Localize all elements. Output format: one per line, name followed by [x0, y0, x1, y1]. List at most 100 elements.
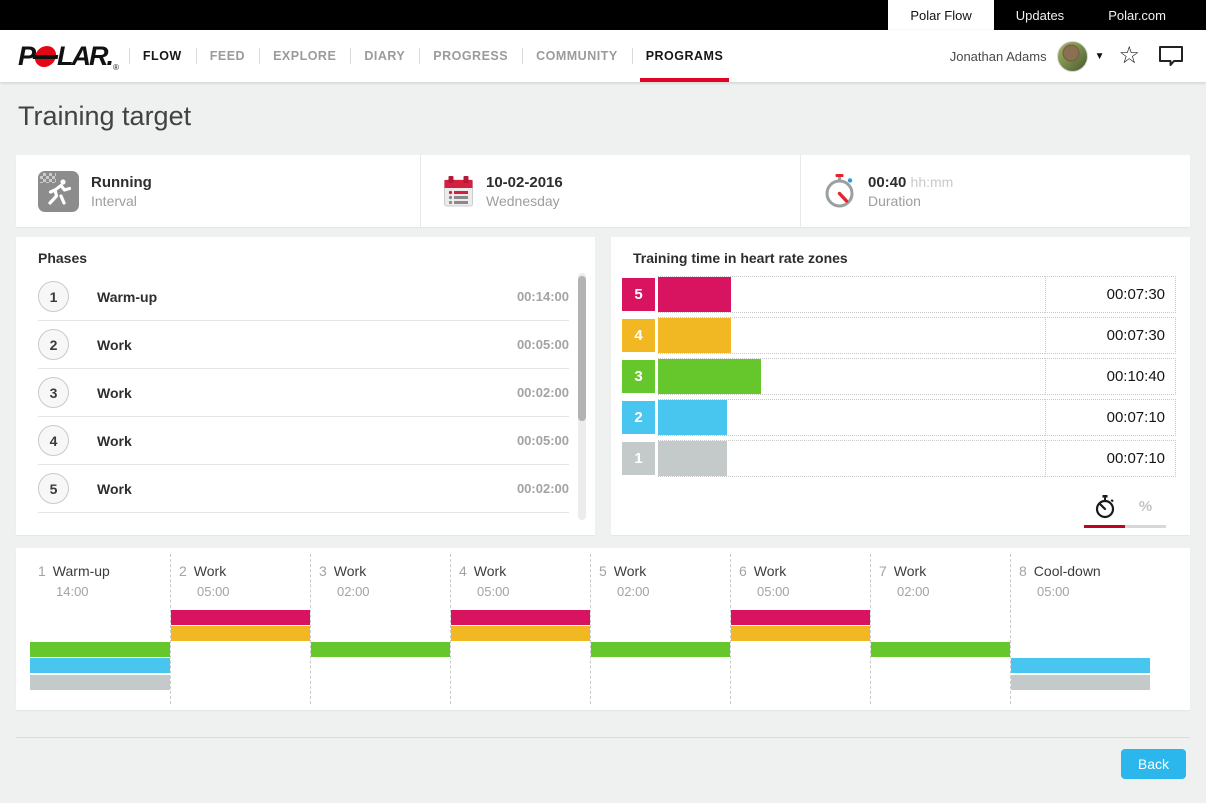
- nav-item[interactable]: FLOW: [129, 30, 196, 82]
- phase-row: 4 Work 00:05:00: [38, 417, 569, 465]
- timeline-phase-number: 6: [739, 563, 747, 579]
- phases-panel: Phases 1 Warm-up 00:14:00 2 Work 00:05:0…: [16, 237, 595, 535]
- logo-text-right: LAR.: [57, 41, 112, 72]
- target-type: Interval: [91, 192, 152, 210]
- chevron-down-icon[interactable]: ▼: [1095, 51, 1105, 62]
- feedback-chat-icon[interactable]: [1158, 45, 1184, 67]
- nav-item[interactable]: DIARY: [350, 30, 419, 82]
- zone-bar: [658, 318, 731, 353]
- avatar[interactable]: [1057, 41, 1088, 72]
- phase-duration: 00:02:00: [517, 481, 569, 496]
- zone-bar-track: [658, 276, 1045, 313]
- zone1-band: [1011, 675, 1150, 690]
- zone5-band: [871, 610, 1010, 625]
- timeline-phase-name: Work: [474, 563, 506, 579]
- phase-name: Warm-up: [97, 289, 157, 305]
- zone5-band: [171, 610, 310, 625]
- page-title: Training target: [18, 101, 191, 132]
- nav-right: Jonathan Adams ▼ ☆: [950, 30, 1206, 82]
- timeline-phase-column: 7Work 02:00: [870, 554, 1010, 704]
- logo-o-mark: [34, 46, 58, 67]
- zone1-band: [30, 675, 170, 690]
- timeline-phase-column: 4Work 05:00: [450, 554, 590, 704]
- timeline-phase-number: 4: [459, 563, 467, 579]
- sport-name: Running: [91, 173, 152, 192]
- zone-number-badge: 5: [622, 278, 655, 311]
- zone-time-value: 00:07:30: [1045, 317, 1176, 354]
- back-button[interactable]: Back: [1121, 749, 1186, 779]
- zone-bar: [658, 441, 727, 476]
- nav-item[interactable]: EXPLORE: [259, 30, 350, 82]
- phase-duration: 00:05:00: [517, 337, 569, 352]
- timeline-phase-number: 7: [879, 563, 887, 579]
- site-tab[interactable]: Updates: [994, 0, 1086, 30]
- zone2-band: [871, 658, 1010, 673]
- site-tab[interactable]: Polar.com: [1086, 0, 1188, 30]
- zone4-band: [451, 626, 590, 641]
- zone2-band: [1011, 658, 1150, 673]
- phase-timeline-columns: 1Warm-up 14:00 2Work 05:00: [30, 554, 1150, 704]
- hr-zone-row: 3 00:10:40: [622, 358, 1176, 395]
- user-name[interactable]: Jonathan Adams: [950, 49, 1047, 64]
- zone2-band: [311, 658, 450, 673]
- timeline-phase-header: 6 Work: [731, 554, 870, 579]
- summary-date-section: 10-02-2016 Wednesday: [420, 155, 800, 227]
- zone-bar-track: [658, 440, 1045, 477]
- zone5-band: [1011, 610, 1150, 625]
- duration-value: 00:40 hh:mm: [868, 173, 953, 192]
- timeline-phase-name: Cool-down: [1034, 563, 1101, 579]
- zone-bar-track: [658, 317, 1045, 354]
- zone-bar-track: [658, 358, 1045, 395]
- toggle-percent-underline: [1125, 525, 1166, 528]
- zone-number-badge: 3: [622, 360, 655, 393]
- target-weekday: Wednesday: [486, 192, 563, 210]
- timeline-phase-header: 7Work: [871, 554, 1010, 579]
- timeline-phase-header: 5Work: [591, 554, 730, 579]
- nav-item-label: FEED: [210, 49, 245, 63]
- toggle-percent-button[interactable]: %: [1125, 495, 1166, 528]
- phase-timeline-panel: 1Warm-up 14:00 2Work 05:00: [16, 548, 1190, 710]
- zone3-band: [591, 642, 730, 657]
- phase-row: 1 Warm-up 00:14:00: [38, 273, 569, 321]
- zone5-band: [451, 610, 590, 625]
- zone3-band: [871, 642, 1010, 657]
- nav-item[interactable]: PROGRESS: [419, 30, 522, 82]
- timeline-phase-column: 6 Work 05:00: [730, 554, 870, 704]
- toggle-time-button[interactable]: [1084, 495, 1125, 528]
- logo-registered-mark: ®: [113, 63, 119, 72]
- phases-title: Phases: [16, 237, 595, 266]
- zone4-band: [30, 626, 170, 641]
- zone1-band: [311, 675, 450, 690]
- timeline-phase-name: Work: [754, 563, 786, 579]
- target-date: 10-02-2016: [486, 173, 563, 192]
- phase-duration: 00:02:00: [517, 385, 569, 400]
- zone2-band: [731, 658, 870, 673]
- nav-item[interactable]: FEED: [196, 30, 259, 82]
- zone2-band: [451, 658, 590, 673]
- zone-time-value: 00:07:10: [1045, 399, 1176, 436]
- polar-flow-app: Polar FlowUpdatesPolar.com PLAR.® FLOW F…: [0, 0, 1206, 803]
- timeline-phase-duration: 02:00: [871, 579, 1010, 599]
- duration-unit: hh:mm: [911, 174, 954, 190]
- favorites-star-icon[interactable]: ☆: [1118, 44, 1140, 68]
- stopwatch-icon: [823, 174, 856, 209]
- timeline-phase-duration: 14:00: [30, 579, 170, 599]
- timeline-phase-name: Warm-up: [53, 563, 110, 579]
- nav-item[interactable]: PROGRAMS: [632, 30, 738, 82]
- zone4-band: [311, 626, 450, 641]
- timeline-phase-name: Work: [334, 563, 366, 579]
- phases-scrollbar-track[interactable]: [578, 273, 586, 520]
- nav-item[interactable]: COMMUNITY: [522, 30, 632, 82]
- phases-scrollbar-thumb[interactable]: [578, 276, 586, 421]
- zone4-band: [171, 626, 310, 641]
- nav-item-label: PROGRESS: [433, 49, 508, 63]
- zone-bar-track: [658, 399, 1045, 436]
- timeline-phase-duration: 05:00: [731, 579, 870, 599]
- zone4-band: [1011, 626, 1150, 641]
- polar-logo[interactable]: PLAR.®: [18, 30, 119, 82]
- zone1-band: [451, 675, 590, 690]
- zone5-band: [731, 610, 870, 625]
- site-tab[interactable]: Polar Flow: [888, 0, 993, 30]
- hr-zone-row: 4 00:07:30: [622, 317, 1176, 354]
- zone2-band: [171, 658, 310, 673]
